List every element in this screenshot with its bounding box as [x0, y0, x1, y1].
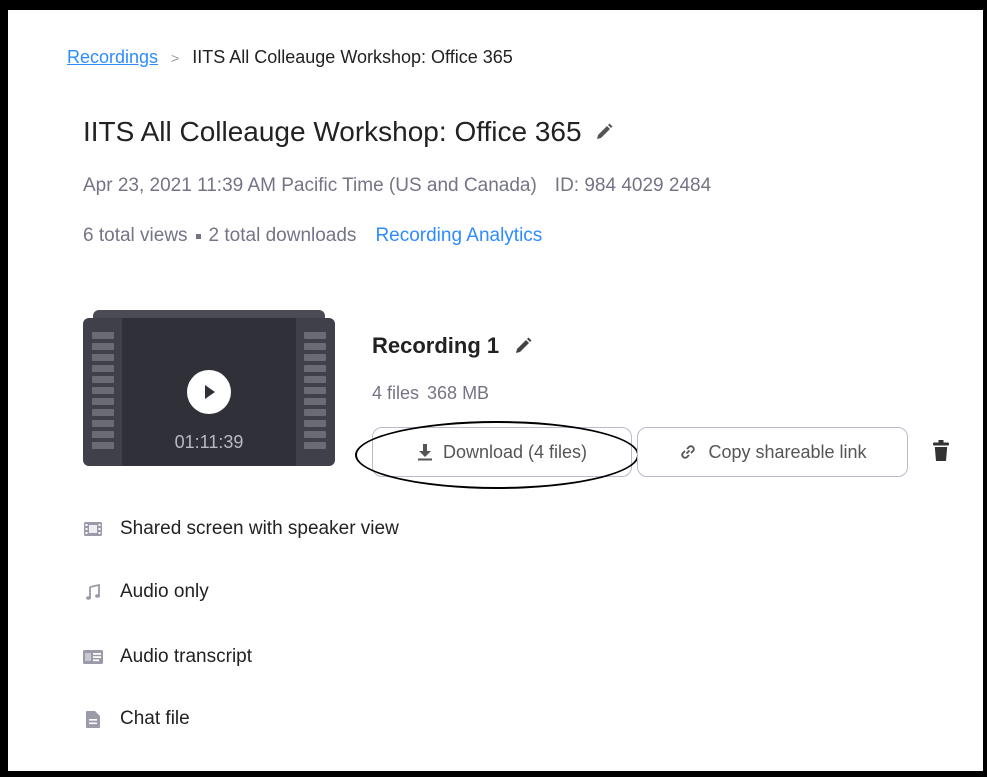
page-title: IITS All Colleauge Workshop: Office 365 — [83, 116, 582, 147]
page-title-row: IITS All Colleauge Workshop: Office 365 — [83, 116, 614, 148]
trash-icon[interactable] — [933, 440, 949, 462]
file-label: Audio transcript — [120, 646, 253, 667]
total-views: 6 total views — [83, 225, 188, 246]
link-icon — [678, 442, 698, 462]
breadcrumb-recordings-link[interactable]: Recordings — [67, 47, 158, 68]
file-item-chat-file[interactable]: Chat file — [83, 708, 190, 730]
breadcrumb-current: IITS All Colleauge Workshop: Office 365 — [192, 47, 513, 67]
document-icon — [83, 710, 103, 728]
copy-shareable-link-button[interactable]: Copy shareable link — [637, 427, 908, 477]
breadcrumb: Recordings > IITS All Colleauge Workshop… — [67, 47, 513, 68]
edit-recording-pencil-icon[interactable] — [513, 336, 533, 356]
recording-meta: 4 files 368 MB — [372, 383, 489, 404]
recording-stats: 6 total views 2 total downloads Recordin… — [83, 225, 542, 247]
file-size: 368 MB — [427, 383, 490, 403]
recording-title-row: Recording 1 — [372, 333, 533, 359]
file-item-audio-transcript[interactable]: Audio transcript — [83, 646, 252, 668]
download-icon — [417, 443, 433, 461]
file-label: Audio only — [120, 581, 209, 602]
file-count: 4 files — [372, 383, 420, 403]
file-label: Chat file — [120, 708, 190, 729]
recording-thumbnail[interactable]: 01:11:39 — [83, 310, 335, 466]
meeting-id: ID: 984 4029 2484 — [554, 175, 712, 196]
recording-analytics-link[interactable]: Recording Analytics — [375, 225, 542, 247]
file-label: Shared screen with speaker view — [120, 518, 399, 539]
download-button-label: Download (4 files) — [442, 441, 588, 462]
separator-dot — [195, 233, 201, 239]
meeting-datetime: Apr 23, 2021 11:39 AM Pacific Time (US a… — [83, 175, 537, 196]
recording-duration: 01:11:39 — [174, 432, 244, 452]
total-downloads: 2 total downloads — [208, 225, 357, 246]
file-item-shared-screen[interactable]: Shared screen with speaker view — [83, 518, 399, 540]
meeting-meta: Apr 23, 2021 11:39 AM Pacific Time (US a… — [83, 175, 711, 197]
file-item-audio-only[interactable]: Audio only — [83, 581, 209, 603]
copy-link-label: Copy shareable link — [708, 441, 867, 462]
edit-title-pencil-icon[interactable] — [594, 122, 614, 142]
thumbnail-body: 01:11:39 — [83, 318, 335, 466]
breadcrumb-separator: > — [171, 49, 180, 66]
recording-title: Recording 1 — [372, 333, 500, 358]
video-file-icon — [83, 522, 103, 536]
play-icon[interactable] — [187, 370, 231, 414]
music-note-icon — [83, 584, 103, 600]
transcript-icon — [83, 650, 103, 664]
download-button[interactable]: Download (4 files) — [372, 427, 632, 477]
